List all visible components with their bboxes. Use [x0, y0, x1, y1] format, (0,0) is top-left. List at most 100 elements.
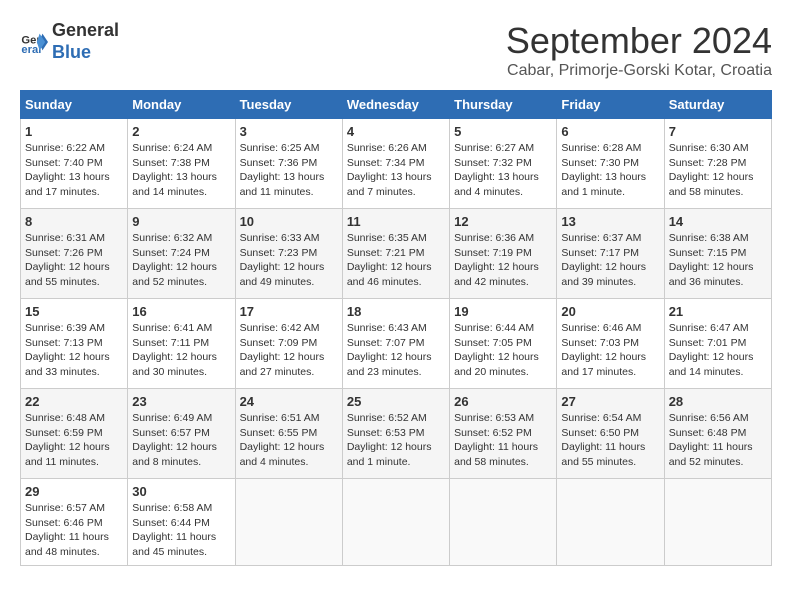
day-number: 8: [25, 214, 123, 229]
cell-info: Daylight: 12 hours: [132, 350, 230, 365]
cell-info: and 1 minute.: [347, 455, 445, 470]
cell-info: Sunrise: 6:52 AM: [347, 411, 445, 426]
cell-info: and 49 minutes.: [240, 275, 338, 290]
cell-info: and 7 minutes.: [347, 185, 445, 200]
day-number: 21: [669, 304, 767, 319]
calendar-cell: 7Sunrise: 6:30 AMSunset: 7:28 PMDaylight…: [664, 119, 771, 209]
cell-info: and 17 minutes.: [25, 185, 123, 200]
calendar-week-row: 29Sunrise: 6:57 AMSunset: 6:46 PMDayligh…: [21, 479, 772, 566]
cell-info: Sunrise: 6:24 AM: [132, 141, 230, 156]
calendar-cell: [342, 479, 449, 566]
cell-info: and 11 minutes.: [25, 455, 123, 470]
calendar-cell: 30Sunrise: 6:58 AMSunset: 6:44 PMDayligh…: [128, 479, 235, 566]
cell-info: Daylight: 13 hours: [347, 170, 445, 185]
cell-info: Sunset: 6:46 PM: [25, 516, 123, 531]
cell-info: Daylight: 12 hours: [561, 350, 659, 365]
calendar-cell: 23Sunrise: 6:49 AMSunset: 6:57 PMDayligh…: [128, 389, 235, 479]
cell-info: and 11 minutes.: [240, 185, 338, 200]
calendar-cell: 27Sunrise: 6:54 AMSunset: 6:50 PMDayligh…: [557, 389, 664, 479]
cell-info: Sunset: 7:38 PM: [132, 156, 230, 171]
cell-info: Daylight: 12 hours: [240, 440, 338, 455]
cell-info: Daylight: 12 hours: [132, 260, 230, 275]
cell-info: Daylight: 11 hours: [25, 530, 123, 545]
logo: Gen eral General Blue: [20, 20, 119, 63]
cell-info: Daylight: 13 hours: [454, 170, 552, 185]
cell-info: and 45 minutes.: [132, 545, 230, 560]
day-number: 16: [132, 304, 230, 319]
calendar-cell: 12Sunrise: 6:36 AMSunset: 7:19 PMDayligh…: [450, 209, 557, 299]
calendar-cell: 2 Sunrise: 6:24 AMSunset: 7:38 PMDaylight…: [128, 119, 235, 209]
calendar-cell: 11Sunrise: 6:35 AMSunset: 7:21 PMDayligh…: [342, 209, 449, 299]
weekday-header: Wednesday: [342, 91, 449, 119]
day-number: 20: [561, 304, 659, 319]
cell-info: Sunrise: 6:30 AM: [669, 141, 767, 156]
cell-info: Daylight: 11 hours: [454, 440, 552, 455]
calendar-cell: 10Sunrise: 6:33 AMSunset: 7:23 PMDayligh…: [235, 209, 342, 299]
logo-general: General: [52, 20, 119, 42]
cell-info: Daylight: 13 hours: [132, 170, 230, 185]
cell-info: Daylight: 12 hours: [669, 260, 767, 275]
cell-info: Sunrise: 6:26 AM: [347, 141, 445, 156]
day-number: 30: [132, 484, 230, 499]
cell-info: Sunset: 7:15 PM: [669, 246, 767, 261]
day-number: 15: [25, 304, 123, 319]
calendar-cell: 19Sunrise: 6:44 AMSunset: 7:05 PMDayligh…: [450, 299, 557, 389]
calendar-cell: [235, 479, 342, 566]
calendar-cell: 17Sunrise: 6:42 AMSunset: 7:09 PMDayligh…: [235, 299, 342, 389]
cell-info: and 33 minutes.: [25, 365, 123, 380]
cell-info: and 14 minutes.: [132, 185, 230, 200]
cell-info: Sunset: 7:09 PM: [240, 336, 338, 351]
cell-info: Sunrise: 6:56 AM: [669, 411, 767, 426]
cell-info: Sunrise: 6:49 AM: [132, 411, 230, 426]
cell-info: Sunset: 6:44 PM: [132, 516, 230, 531]
weekday-header: Thursday: [450, 91, 557, 119]
day-number: 18: [347, 304, 445, 319]
cell-info: Sunrise: 6:39 AM: [25, 321, 123, 336]
cell-info: Sunrise: 6:25 AM: [240, 141, 338, 156]
cell-info: Sunset: 7:05 PM: [454, 336, 552, 351]
cell-info: Sunset: 6:57 PM: [132, 426, 230, 441]
cell-info: Sunrise: 6:31 AM: [25, 231, 123, 246]
calendar-cell: 1Sunrise: 6:22 AMSunset: 7:40 PMDaylight…: [21, 119, 128, 209]
cell-info: Daylight: 13 hours: [561, 170, 659, 185]
cell-info: Daylight: 11 hours: [669, 440, 767, 455]
logo-blue: Blue: [52, 42, 119, 64]
day-number: 2: [132, 124, 230, 139]
weekday-header: Monday: [128, 91, 235, 119]
calendar-cell: 16Sunrise: 6:41 AMSunset: 7:11 PMDayligh…: [128, 299, 235, 389]
cell-info: Sunrise: 6:46 AM: [561, 321, 659, 336]
calendar-cell: [664, 479, 771, 566]
weekday-header: Saturday: [664, 91, 771, 119]
cell-info: Daylight: 11 hours: [561, 440, 659, 455]
calendar-table: SundayMondayTuesdayWednesdayThursdayFrid…: [20, 90, 772, 566]
page-header: Gen eral General Blue September 2024 Cab…: [20, 20, 772, 80]
day-number: 6: [561, 124, 659, 139]
day-number: 4: [347, 124, 445, 139]
cell-info: Sunset: 7:34 PM: [347, 156, 445, 171]
cell-info: Sunset: 7:01 PM: [669, 336, 767, 351]
cell-info: Daylight: 12 hours: [240, 260, 338, 275]
cell-info: Sunset: 7:07 PM: [347, 336, 445, 351]
cell-info: and 58 minutes.: [669, 185, 767, 200]
calendar-cell: 29Sunrise: 6:57 AMSunset: 6:46 PMDayligh…: [21, 479, 128, 566]
calendar-cell: 28Sunrise: 6:56 AMSunset: 6:48 PMDayligh…: [664, 389, 771, 479]
cell-info: Sunset: 7:24 PM: [132, 246, 230, 261]
cell-info: Daylight: 13 hours: [240, 170, 338, 185]
calendar-cell: [450, 479, 557, 566]
day-number: 29: [25, 484, 123, 499]
cell-info: Daylight: 12 hours: [561, 260, 659, 275]
day-number: 3: [240, 124, 338, 139]
calendar-cell: 13Sunrise: 6:37 AMSunset: 7:17 PMDayligh…: [557, 209, 664, 299]
day-number: 24: [240, 394, 338, 409]
cell-info: Sunset: 7:26 PM: [25, 246, 123, 261]
cell-info: Daylight: 12 hours: [454, 350, 552, 365]
day-number: 9: [132, 214, 230, 229]
cell-info: Daylight: 12 hours: [25, 260, 123, 275]
calendar-cell: 26Sunrise: 6:53 AMSunset: 6:52 PMDayligh…: [450, 389, 557, 479]
cell-info: Sunset: 6:50 PM: [561, 426, 659, 441]
cell-info: Sunrise: 6:53 AM: [454, 411, 552, 426]
cell-info: and 8 minutes.: [132, 455, 230, 470]
calendar-week-row: 22Sunrise: 6:48 AMSunset: 6:59 PMDayligh…: [21, 389, 772, 479]
cell-info: Daylight: 12 hours: [669, 350, 767, 365]
cell-info: Sunset: 7:32 PM: [454, 156, 552, 171]
